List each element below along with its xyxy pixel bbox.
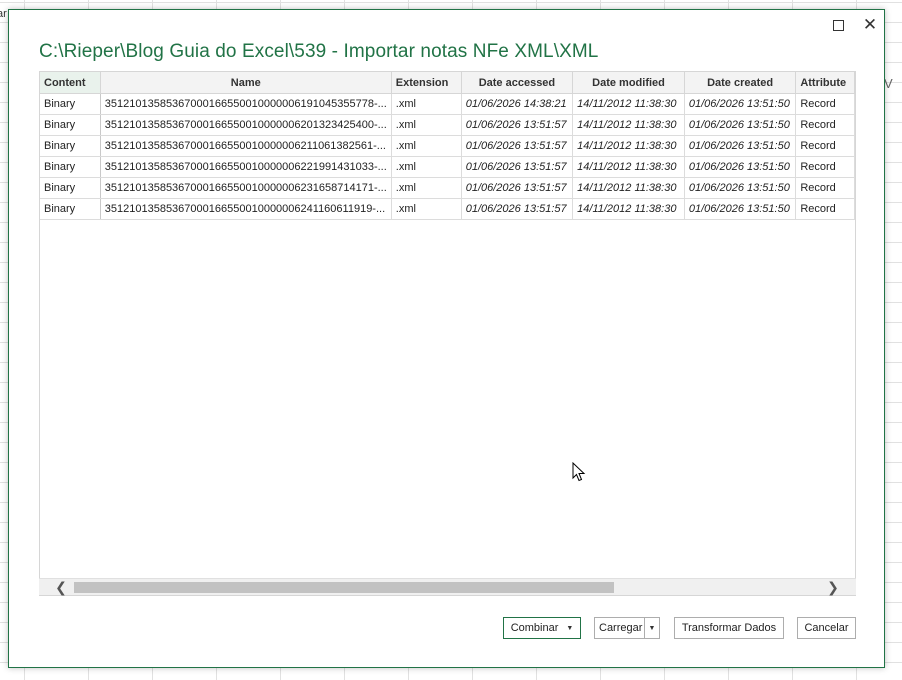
scroll-right-button[interactable]: ❯	[825, 579, 841, 595]
cell-attributes: Record	[795, 198, 855, 220]
column-header-content[interactable]: Content	[40, 72, 101, 94]
cell-date-accessed: 01/06/2026 13:51:57	[461, 156, 574, 178]
cell-extension: .xml	[391, 114, 462, 136]
cell-date-created: 01/06/2026 13:51:50	[684, 198, 797, 220]
transform-data-button[interactable]: Transformar Dados	[674, 617, 784, 639]
cell-date-accessed: 01/06/2026 13:51:57	[461, 198, 574, 220]
combine-button[interactable]: Combinar ▼	[503, 617, 581, 639]
cell-content: Binary	[40, 135, 101, 157]
cell-date-created: 01/06/2026 13:51:50	[684, 114, 797, 136]
cell-date-accessed: 01/06/2026 14:38:21	[461, 93, 574, 115]
caret-down-icon: ▼	[566, 624, 574, 632]
cell-date-accessed: 01/06/2026 13:51:57	[461, 135, 574, 157]
table-row[interactable]: Binary 351210135853670001665500100000062…	[40, 198, 855, 220]
transform-data-button-label: Transformar Dados	[681, 622, 777, 634]
data-preview-table: Content Name Extension Date accessed Dat…	[40, 72, 855, 220]
cell-date-created: 01/06/2026 13:51:50	[684, 135, 797, 157]
caret-down-icon: ▼	[648, 624, 656, 632]
cell-name: 3512101358536700016655001000000619104535…	[100, 93, 392, 115]
cell-date-modified: 14/11/2012 11:38:30	[572, 156, 685, 178]
cell-content: Binary	[40, 177, 101, 199]
cell-content: Binary	[40, 198, 101, 220]
column-header-date-modified[interactable]: Date modified	[572, 72, 685, 94]
navigator-dialog: ✕ C:\Rieper\Blog Guia do Excel\539 - Imp…	[8, 9, 885, 668]
mouse-pointer-icon	[572, 462, 586, 482]
close-icon: ✕	[862, 15, 878, 34]
cell-content: Binary	[40, 93, 101, 115]
cell-date-accessed: 01/06/2026 13:51:57	[461, 177, 574, 199]
cell-attributes: Record	[795, 156, 855, 178]
cell-name: 3512101358536700016655001000000622199143…	[100, 156, 392, 178]
combine-button-label: Combinar	[510, 622, 559, 634]
cell-attributes: Record	[795, 135, 855, 157]
close-button[interactable]: ✕	[858, 14, 882, 36]
table-row[interactable]: Binary 351210135853670001665500100000062…	[40, 114, 855, 136]
cell-date-modified: 14/11/2012 11:38:30	[572, 93, 685, 115]
scroll-left-button[interactable]: ❮	[53, 579, 69, 595]
cell-extension: .xml	[391, 156, 462, 178]
scrollbar-thumb[interactable]	[74, 582, 614, 593]
maximize-button[interactable]	[826, 14, 850, 36]
cell-content: Binary	[40, 156, 101, 178]
table-row[interactable]: Binary 351210135853670001665500100000062…	[40, 135, 855, 157]
column-header-extension[interactable]: Extension	[391, 72, 462, 94]
column-header-date-created[interactable]: Date created	[684, 72, 797, 94]
excel-edge-text-right: V	[884, 76, 893, 91]
excel-edge-text: ar	[0, 8, 7, 20]
table-row[interactable]: Binary 351210135853670001665500100000062…	[40, 156, 855, 178]
cell-date-created: 01/06/2026 13:51:50	[684, 156, 797, 178]
cell-name: 3512101358536700016655001000000621106138…	[100, 135, 392, 157]
cancel-button-label: Cancelar	[804, 622, 849, 634]
cell-date-modified: 14/11/2012 11:38:30	[572, 135, 685, 157]
cell-extension: .xml	[391, 93, 462, 115]
cell-date-modified: 14/11/2012 11:38:30	[572, 198, 685, 220]
load-button[interactable]: Carregar	[594, 617, 645, 639]
chevron-right-icon: ❯	[827, 578, 839, 595]
cell-content: Binary	[40, 114, 101, 136]
cancel-button[interactable]: Cancelar	[797, 617, 856, 639]
column-header-attributes[interactable]: Attribute	[795, 72, 855, 94]
column-header-date-accessed[interactable]: Date accessed	[461, 72, 574, 94]
table-row[interactable]: Binary 351210135853670001665500100000062…	[40, 177, 855, 199]
cell-name: 3512101358536700016655001000000624116061…	[100, 198, 392, 220]
cell-name: 3512101358536700016655001000000623165871…	[100, 177, 392, 199]
horizontal-scrollbar[interactable]: ❮ ❯	[39, 578, 856, 595]
column-header-name[interactable]: Name	[100, 72, 392, 94]
chevron-left-icon: ❮	[55, 578, 67, 595]
cell-date-created: 01/06/2026 13:51:50	[684, 93, 797, 115]
load-button-label: Carregar	[599, 622, 643, 634]
cell-attributes: Record	[795, 114, 855, 136]
maximize-icon	[832, 19, 844, 31]
cell-extension: .xml	[391, 198, 462, 220]
cell-attributes: Record	[795, 93, 855, 115]
table-row[interactable]: Binary 351210135853670001665500100000061…	[40, 93, 855, 115]
cell-date-modified: 14/11/2012 11:38:30	[572, 114, 685, 136]
data-preview-grid[interactable]: Content Name Extension Date accessed Dat…	[39, 71, 856, 596]
cell-date-modified: 14/11/2012 11:38:30	[572, 177, 685, 199]
cell-extension: .xml	[391, 135, 462, 157]
cell-date-created: 01/06/2026 13:51:50	[684, 177, 797, 199]
cell-date-accessed: 01/06/2026 13:51:57	[461, 114, 574, 136]
load-dropdown-button[interactable]: ▼	[644, 617, 660, 639]
dialog-title: C:\Rieper\Blog Guia do Excel\539 - Impor…	[39, 41, 599, 62]
cell-attributes: Record	[795, 177, 855, 199]
header-row: Content Name Extension Date accessed Dat…	[40, 72, 855, 94]
cell-name: 3512101358536700016655001000000620132342…	[100, 114, 392, 136]
cell-extension: .xml	[391, 177, 462, 199]
